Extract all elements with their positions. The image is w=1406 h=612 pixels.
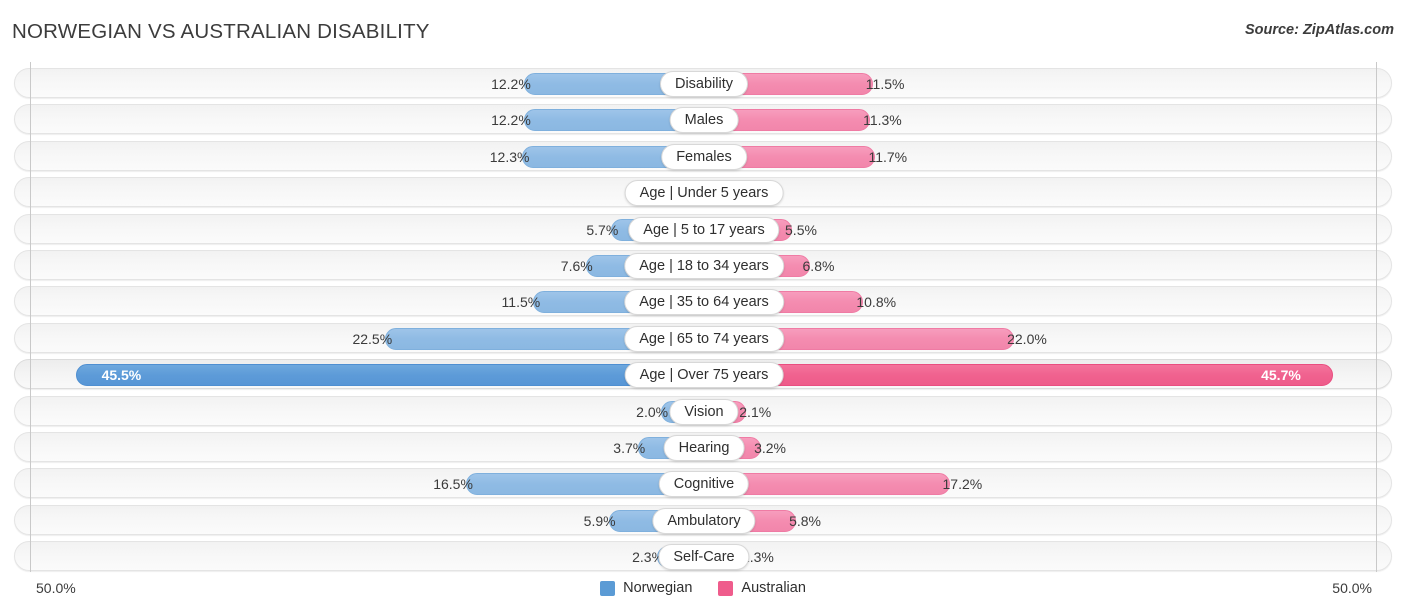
category-label[interactable]: Self-Care [658, 544, 750, 571]
value-label-norwegian: 7.6% [560, 258, 593, 274]
legend-item[interactable]: Australian [718, 580, 806, 596]
legend-item[interactable]: Norwegian [600, 580, 692, 596]
category-label[interactable]: Vision [669, 398, 739, 425]
value-label-australian: 17.2% [942, 476, 983, 493]
value-label-australian: 6.8% [802, 258, 835, 274]
table-row[interactable]: 11.5% 10.8% Age | 35 to 64 years [14, 286, 1392, 317]
table-row[interactable]: 7.6% 6.8% Age | 18 to 34 years [14, 250, 1392, 280]
category-label[interactable]: Age | 65 to 74 years [624, 325, 784, 352]
table-row[interactable]: 5.9% 5.8% Ambulatory [14, 504, 1392, 535]
chart-legend: Norwegian Australian [0, 580, 1406, 596]
category-label[interactable]: Males [669, 107, 739, 134]
axis-line-right [1376, 62, 1377, 572]
table-row[interactable]: 16.5% 17.2% Cognitive [14, 468, 1392, 499]
legend-label: Norwegian [623, 580, 693, 596]
value-label-norwegian: 12.2% [491, 112, 531, 129]
value-label-norwegian: 11.5% [501, 294, 541, 311]
value-label-norwegian: 5.7% [586, 221, 619, 238]
table-row[interactable]: 12.3% 11.7% Females [14, 140, 1392, 171]
value-label-australian: 22.0% [1007, 330, 1047, 347]
bar-australian [718, 473, 950, 496]
bar-australian [718, 364, 1334, 387]
category-label[interactable]: Hearing [663, 435, 745, 461]
table-row[interactable]: 3.7% 3.2% Hearing [14, 432, 1392, 462]
value-label-norwegian: 12.3% [489, 148, 530, 165]
table-row[interactable]: 22.5% 22.0% Age | 65 to 74 years [14, 322, 1392, 353]
chart-root: NORWEGIAN VS AUSTRALIAN DISABILITY Sourc… [0, 0, 1406, 612]
value-label-australian: 3.2% [754, 440, 786, 456]
category-label[interactable]: Disability [659, 71, 749, 97]
category-label[interactable]: Age | Over 75 years [624, 362, 784, 389]
value-label-norwegian: 45.5% [101, 367, 142, 384]
plot-area: 12.2% 11.5% Disability 12.2% 11.3% Males 12.3%… [0, 62, 1406, 572]
table-row[interactable]: 12.2% 11.3% Males [14, 104, 1392, 135]
value-label-norwegian: 22.5% [352, 330, 393, 347]
category-label[interactable]: Age | 35 to 64 years [624, 289, 784, 316]
table-row[interactable]: 2.0% 2.1% Vision [14, 395, 1392, 426]
legend-swatch-icon [718, 580, 734, 596]
chart-header: NORWEGIAN VS AUSTRALIAN DISABILITY Sourc… [0, 0, 1406, 58]
value-label-australian: 11.7% [868, 148, 908, 165]
value-label-norwegian: 2.0% [636, 403, 669, 420]
table-row[interactable]: 45.5% 45.7% Age | Over 75 years [14, 359, 1392, 390]
bar-norwegian [523, 109, 688, 132]
value-label-australian: 11.3% [863, 112, 902, 129]
value-label-australian: 11.5% [865, 76, 905, 92]
category-label[interactable]: Ambulatory [652, 507, 756, 534]
value-label-norwegian: 5.9% [583, 512, 616, 529]
source-attribution: Source: ZipAtlas.com [1244, 22, 1394, 38]
value-label-australian: 5.5% [785, 221, 817, 238]
category-label[interactable]: Age | 5 to 17 years [628, 216, 780, 243]
bar-norwegian [75, 364, 688, 387]
value-label-norwegian: 12.2% [491, 76, 531, 92]
category-label[interactable]: Age | 18 to 34 years [624, 253, 784, 279]
legend-label: Australian [741, 580, 806, 596]
table-row[interactable]: 1.7%1.4%Age | Under 5 years [14, 177, 1392, 208]
chart-footer: 50.0% 50.0% Norwegian Australian [0, 574, 1406, 612]
value-label-australian: 2.1% [739, 403, 772, 420]
value-label-norwegian: 3.7% [613, 440, 646, 456]
category-label[interactable]: Cognitive [658, 471, 750, 498]
table-row[interactable]: 5.7% 5.5% Age | 5 to 17 years [14, 213, 1392, 244]
category-label[interactable]: Age | Under 5 years [624, 180, 784, 207]
table-row[interactable]: 2.3% 2.3% Self-Care [14, 541, 1392, 572]
category-label[interactable]: Females [661, 143, 747, 170]
value-label-australian: 5.8% [789, 512, 821, 529]
legend-swatch-icon [600, 580, 616, 596]
bar-norwegian [465, 473, 688, 496]
value-label-norwegian: 16.5% [433, 476, 473, 493]
axis-line-left [30, 62, 31, 572]
table-row[interactable]: 12.2% 11.5% Disability [14, 68, 1392, 98]
value-label-australian: 45.7% [1261, 367, 1301, 384]
value-label-australian: 10.8% [856, 294, 897, 311]
bar-australian [718, 109, 871, 132]
page-title: NORWEGIAN VS AUSTRALIAN DISABILITY [12, 20, 430, 43]
